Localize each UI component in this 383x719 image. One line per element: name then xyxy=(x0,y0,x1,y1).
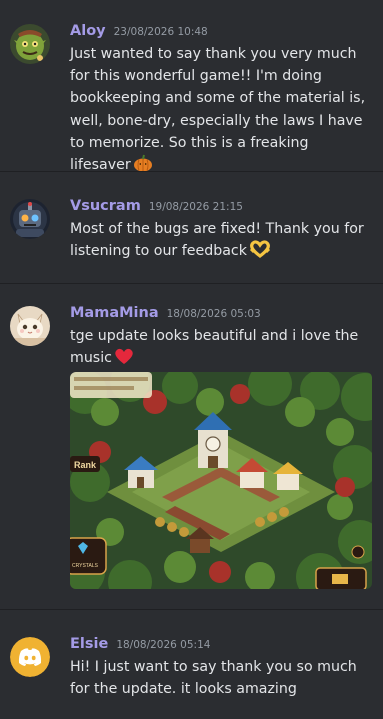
message-item[interactable]: MamaMina 18/08/2026 05:03 tge update loo… xyxy=(0,305,383,595)
timestamp: 19/08/2026 21:15 xyxy=(148,201,243,213)
message-header: Vsucram 19/08/2026 21:15 xyxy=(70,198,243,218)
goblin-avatar[interactable] xyxy=(10,24,50,64)
message-text-body: Hi! I just want to say thank you so much… xyxy=(70,659,362,698)
message-item[interactable]: Vsucram 19/08/2026 21:15 Most of the bug… xyxy=(0,198,383,268)
username[interactable]: Elsie xyxy=(70,636,108,652)
message-header: MamaMina 18/08/2026 05:03 xyxy=(70,305,261,325)
message-item[interactable]: Elsie 18/08/2026 05:14 Hi! I just want t… xyxy=(0,636,383,706)
message-text: Hi! I just want to say thank you so much… xyxy=(70,656,370,700)
message-text-body: Most of the bugs are fixed! Thank you fo… xyxy=(70,221,369,260)
username[interactable]: Vsucram xyxy=(70,198,141,214)
heart-hands-emoji xyxy=(249,240,271,265)
username[interactable]: MamaMina xyxy=(70,305,159,321)
message-text: Just wanted to say thank you very much f… xyxy=(70,43,370,179)
message-header: Aloy 23/08/2026 10:48 xyxy=(70,23,208,43)
username[interactable]: Aloy xyxy=(70,23,106,39)
timestamp: 18/08/2026 05:14 xyxy=(116,639,211,651)
message-divider xyxy=(0,171,383,172)
red-heart-emoji xyxy=(114,347,134,372)
message-header: Elsie 18/08/2026 05:14 xyxy=(70,636,210,656)
corner-button xyxy=(315,567,367,589)
message-text: tge update looks beautiful and i love th… xyxy=(70,325,370,372)
cat-avatar[interactable] xyxy=(10,306,50,346)
message-item[interactable]: Aloy 23/08/2026 10:48 Just wanted to say… xyxy=(0,23,383,173)
message-text: Most of the bugs are fixed! Thank you fo… xyxy=(70,218,370,265)
message-divider xyxy=(0,283,383,284)
timestamp: 18/08/2026 05:03 xyxy=(166,308,261,320)
message-feed: Aloy 23/08/2026 10:48 Just wanted to say… xyxy=(0,0,383,719)
pumpkin-emoji xyxy=(133,154,153,179)
rank-label: Rank xyxy=(74,460,97,470)
crystals-panel: CRYSTALS xyxy=(70,537,107,575)
timestamp: 23/08/2026 10:48 xyxy=(113,26,208,38)
message-text-body: Just wanted to say thank you very much f… xyxy=(70,46,370,174)
robot-avatar[interactable] xyxy=(10,199,50,239)
message-divider xyxy=(0,609,383,610)
game-screenshot-attachment[interactable]: Rank CRYSTALS xyxy=(70,372,372,589)
crystals-label: CRYSTALS xyxy=(72,563,99,569)
discord-logo-avatar[interactable] xyxy=(10,637,50,677)
rank-badge: Rank xyxy=(70,456,100,472)
